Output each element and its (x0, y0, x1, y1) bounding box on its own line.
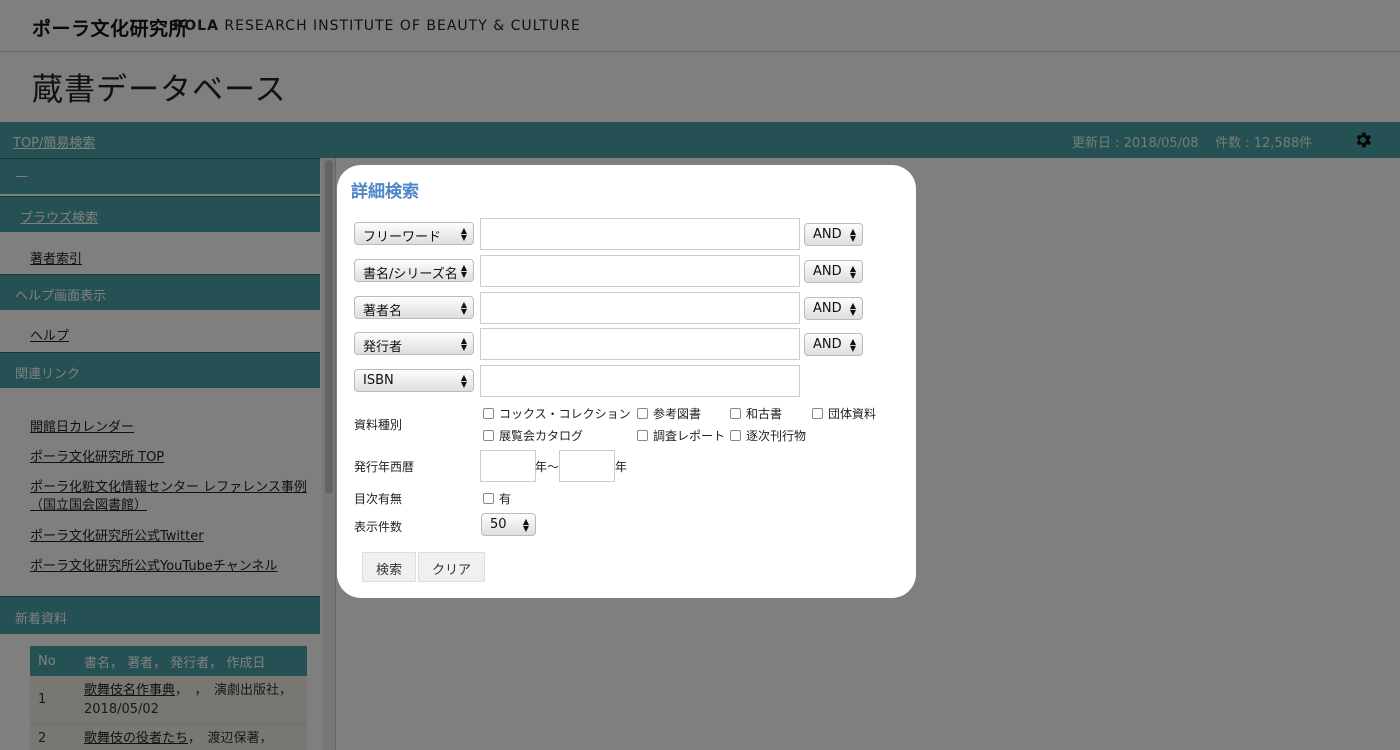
checkbox[interactable] (637, 408, 648, 419)
toc-option: 有 (499, 492, 512, 506)
updown-arrow-icon: ▲ ▼ (849, 337, 856, 353)
updown-arrow-icon: ▲ ▼ (460, 336, 467, 352)
field-select-3-value: 著者名 (363, 304, 403, 319)
field-select-2-value: 書名/シリーズ名 (363, 267, 458, 282)
clear-button[interactable]: クリア (418, 552, 486, 582)
keyword-input-3[interactable] (480, 292, 800, 324)
material-checkbox-cox[interactable]: コックス・コレクション (483, 405, 631, 422)
keyword-input-1[interactable] (480, 218, 800, 250)
material-option: 参考図書 (653, 407, 702, 421)
checkbox[interactable] (483, 430, 494, 441)
op-select-3[interactable]: AND ▲ ▼ (804, 297, 863, 320)
updown-arrow-icon: ▲ ▼ (460, 373, 467, 389)
field-select-5-value: ISBN (363, 373, 394, 388)
toc-checkbox[interactable]: 有 (483, 490, 511, 507)
year-label: 発行年西暦 (354, 460, 415, 474)
keyword-input-2[interactable] (480, 255, 800, 287)
op-select-4[interactable]: AND ▲ ▼ (804, 333, 863, 356)
keyword-input-4[interactable] (480, 328, 800, 360)
material-option: コックス・コレクション (499, 407, 631, 421)
toc-label: 目次有無 (354, 492, 403, 506)
op-select-3-value: AND (813, 301, 842, 316)
checkbox[interactable] (637, 430, 648, 441)
checkbox[interactable] (730, 408, 741, 419)
material-checkbox-reference[interactable]: 参考図書 (637, 405, 701, 422)
updown-arrow-icon: ▲ ▼ (460, 263, 467, 279)
advanced-search-modal: 詳細検索 フリーワード ▲ ▼ AND ▲ ▼ 書名/シリーズ名 ▲ ▼ AND ▲ ▼ 著者名… (337, 165, 916, 598)
field-select-4-value: 発行者 (363, 340, 403, 355)
material-checkbox-report[interactable]: 調査レポート (637, 427, 725, 444)
op-select-2-value: AND (813, 264, 842, 279)
field-select-2[interactable]: 書名/シリーズ名 ▲ ▼ (354, 259, 474, 282)
material-option: 和古書 (746, 407, 783, 421)
material-option: 団体資料 (828, 407, 877, 421)
op-select-1[interactable]: AND ▲ ▼ (804, 223, 863, 246)
field-select-4[interactable]: 発行者 ▲ ▼ (354, 332, 474, 355)
checkbox[interactable] (730, 430, 741, 441)
per-page-select[interactable]: 50 ▲ ▼ (481, 513, 536, 536)
updown-arrow-icon: ▲ ▼ (460, 226, 467, 242)
material-checkbox-group[interactable]: 団体資料 (812, 405, 876, 422)
year-from-suffix: 年〜 (535, 460, 560, 474)
per-page-label: 表示件数 (354, 520, 403, 534)
material-type-label: 資料種別 (354, 418, 403, 432)
material-checkbox-catalog[interactable]: 展覧会カタログ (483, 427, 583, 444)
search-button[interactable]: 検索 (362, 552, 417, 582)
material-checkbox-serial[interactable]: 逐次刊行物 (730, 427, 806, 444)
updown-arrow-icon: ▲ ▼ (849, 227, 856, 243)
material-option: 展覧会カタログ (499, 429, 584, 443)
op-select-2[interactable]: AND ▲ ▼ (804, 260, 863, 283)
checkbox[interactable] (483, 408, 494, 419)
isbn-input[interactable] (480, 365, 800, 397)
per-page-value: 50 (490, 517, 507, 532)
updown-arrow-icon: ▲ ▼ (522, 517, 529, 533)
material-option: 逐次刊行物 (746, 429, 807, 443)
material-option: 調査レポート (653, 429, 726, 443)
field-select-1-value: フリーワード (363, 230, 442, 245)
updown-arrow-icon: ▲ ▼ (849, 301, 856, 317)
year-to-input[interactable] (559, 450, 615, 482)
checkbox[interactable] (483, 493, 494, 504)
field-select-1[interactable]: フリーワード ▲ ▼ (354, 222, 474, 245)
modal-title: 詳細検索 (351, 182, 419, 202)
field-select-5[interactable]: ISBN ▲ ▼ (354, 369, 474, 392)
updown-arrow-icon: ▲ ▼ (460, 300, 467, 316)
year-from-input[interactable] (480, 450, 536, 482)
op-select-4-value: AND (813, 337, 842, 352)
updown-arrow-icon: ▲ ▼ (849, 264, 856, 280)
material-checkbox-old-books[interactable]: 和古書 (730, 405, 782, 422)
checkbox[interactable] (812, 408, 823, 419)
op-select-1-value: AND (813, 227, 842, 242)
field-select-3[interactable]: 著者名 ▲ ▼ (354, 296, 474, 319)
year-to-suffix: 年 (615, 460, 628, 474)
